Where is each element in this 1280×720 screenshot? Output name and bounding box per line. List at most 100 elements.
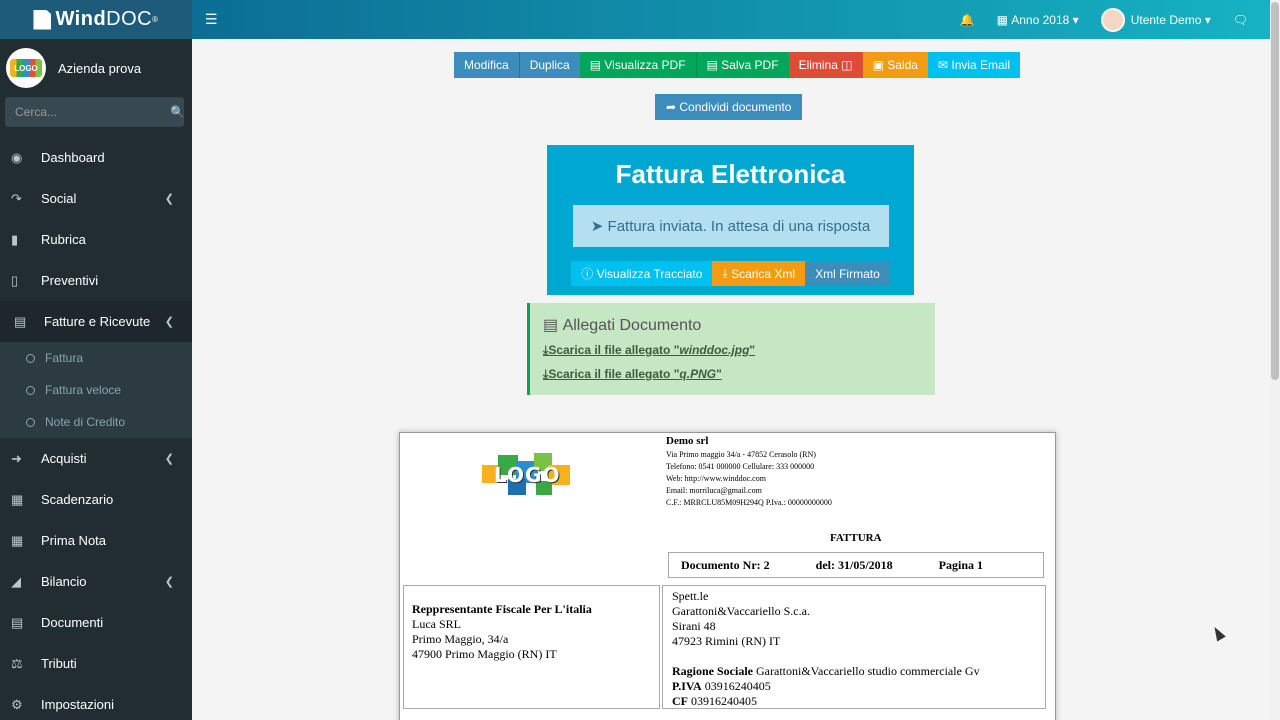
bell-icon[interactable]: 🔔 [960, 13, 975, 27]
cf-label: CF [672, 694, 688, 708]
hamburger-menu-icon[interactable]: ☰ [205, 11, 218, 28]
chat-icon[interactable]: 🗨 [1233, 13, 1248, 27]
submenu-item-label: Note di Credito [45, 415, 126, 429]
sidebar-item-acquisti[interactable]: ➜ Acquisti ❮ [0, 438, 192, 479]
search-input[interactable] [15, 105, 170, 119]
visualizza-tracciato-label: Visualizza Tracciato [596, 266, 703, 281]
avatar [1100, 7, 1125, 32]
sidebar-item-tributi[interactable]: ⚖ Tributi [0, 643, 192, 684]
xml-firmato-button[interactable]: Xml Firmato [805, 261, 890, 286]
fiscal-representative-box: Reppresentante Fiscale Per L'italia Luca… [403, 585, 660, 709]
sidebar-item-label: Scadenzario [41, 492, 114, 507]
invia-email-button[interactable]: ✉ Invia Email [927, 52, 1021, 78]
visualizza-pdf-label: Visualizza PDF [604, 58, 686, 72]
document-date: del: 31/05/2018 [815, 557, 893, 572]
sidebar-item-scadenzario[interactable]: ▦ Scadenzario [0, 479, 192, 520]
sidebar-item-bilancio[interactable]: ◢ Bilancio ❮ [0, 561, 192, 602]
fiscal-rep-line: Luca SRL [412, 617, 461, 631]
recipient-line: Sirani 48 [672, 619, 716, 633]
page-scrollbar[interactable] [1270, 0, 1280, 720]
table-icon: ▦ [11, 532, 24, 548]
file-pdf-icon: ▤ [589, 58, 605, 72]
main-content: Modifica Duplica ▤ Visualizza PDF ▤ Salv… [192, 39, 1270, 720]
submenu-item-fattura-veloce[interactable]: Fattura veloce [0, 374, 192, 406]
calendar-icon: ▦ [11, 491, 24, 507]
caret-down-icon: ▾ [1072, 12, 1079, 27]
submenu-item-fattura[interactable]: Fattura [0, 342, 192, 374]
money-icon: ▣ [872, 58, 888, 72]
paper-plane-icon: ➤ [590, 218, 608, 235]
download-allegato-2-link[interactable]: ⤓Scarica il file allegato "q.PNG" [543, 367, 922, 382]
fiscal-rep-line: Primo Maggio, 34/a [412, 632, 509, 646]
sign-in-icon: ➜ [11, 450, 22, 466]
file-text-icon: ▤ [14, 313, 27, 329]
condividi-button[interactable]: ➦ Condividi documento [655, 94, 803, 120]
elimina-button[interactable]: Elimina ◫ [788, 52, 863, 78]
download-icon: ⤓ [722, 266, 732, 280]
issuer-info: Demo srl Via Primo maggio 34/a - 47852 C… [666, 435, 832, 509]
document-number: Documento Nr: 2 [681, 557, 770, 572]
piva-label: P.IVA [672, 679, 702, 693]
scrollbar-thumb[interactable] [1271, 2, 1279, 380]
circle-icon [26, 353, 35, 363]
brand-name-bold: Wind [55, 8, 107, 30]
file-text-icon: ▤ [11, 614, 24, 630]
fiscal-rep-line: 47900 Primo Maggio (RN) IT [412, 647, 557, 661]
issuer-name: Demo srl [666, 435, 709, 447]
document-toolbar: Modifica Duplica ▤ Visualizza PDF ▤ Salv… [454, 52, 1021, 78]
user-dropdown[interactable]: Utente Demo ▾ [1100, 7, 1211, 32]
allegato-suffix: " [749, 343, 756, 357]
invoice-preview: LOGO Demo srl Via Primo maggio 34/a - 47… [399, 432, 1056, 720]
year-label: Anno 2018 [1011, 12, 1070, 27]
sidebar-item-documenti[interactable]: ▤ Documenti [0, 602, 192, 643]
top-header: ☰ 🔔 ▦ Anno 2018 ▾ Utente Demo ▾ 🗨 [192, 0, 1270, 39]
fiscal-rep-title: Reppresentante Fiscale Per L'italia [412, 602, 592, 616]
invia-email-label: Invia Email [951, 58, 1011, 72]
visualizza-tracciato-button[interactable]: ⓘ Visualizza Tracciato [571, 261, 713, 286]
sidebar-item-prima-nota[interactable]: ▦ Prima Nota [0, 520, 192, 561]
year-dropdown[interactable]: ▦ Anno 2018 ▾ [997, 13, 1079, 27]
download-allegato-1-link[interactable]: ⤓Scarica il file allegato "winddoc.jpg" [543, 343, 922, 358]
issuer-email: Email: morriluca@gmail.com [666, 486, 762, 495]
fattura-elettronica-title: Fattura Elettronica [615, 159, 846, 189]
caret-down-icon: ▾ [1204, 12, 1211, 27]
sidebar-item-social[interactable]: ↷ Social ❮ [0, 178, 192, 219]
visualizza-pdf-button[interactable]: ▤ Visualizza PDF [579, 52, 696, 78]
brand-name-rest: DOC [106, 8, 153, 30]
duplica-button[interactable]: Duplica [518, 52, 580, 78]
sidebar-item-fatture[interactable]: ▤ Fatture e Ricevute ❮ [0, 301, 192, 342]
sidebar-item-label: Bilancio [41, 574, 87, 589]
submenu-item-label: Fattura [45, 351, 84, 365]
sidebar-menu: ◉ Dashboard ↷ Social ❮ ▮ Rubrica ▯ Preventivi… [0, 137, 192, 720]
sidebar-item-label: Acquisti [41, 451, 87, 466]
sidebar-item-preventivi[interactable]: ▯ Preventivi [0, 260, 192, 301]
file-icon: ▯ [11, 272, 19, 288]
file-text-icon: ▤ [543, 317, 563, 334]
info-icon: ⓘ [581, 267, 597, 281]
allegato-prefix: Scarica il file allegato " [548, 367, 680, 381]
scarica-xml-label: Scarica Xml [731, 266, 796, 281]
salva-pdf-button[interactable]: ▤ Salva PDF [695, 52, 789, 78]
company-logo: LOGO [6, 48, 46, 88]
sidebar-item-label: Rubrica [41, 232, 86, 247]
sidebar-item-impostazioni[interactable]: ⚙ Impostazioni [0, 684, 192, 720]
sidebar-item-label: Fatture e Ricevute [44, 314, 151, 329]
sidebar-item-rubrica[interactable]: ▮ Rubrica [0, 219, 192, 260]
header-right: 🔔 ▦ Anno 2018 ▾ Utente Demo ▾ 🗨 [960, 7, 1270, 32]
brand-logo[interactable]: Wind DOC ® [0, 0, 192, 39]
sidebar-item-dashboard[interactable]: ◉ Dashboard [0, 137, 192, 178]
scarica-xml-button[interactable]: ⤓ Scarica Xml [712, 261, 806, 286]
chevron-left-icon: ❮ [164, 453, 174, 465]
user-panel: LOGO Azienda prova [0, 39, 192, 97]
modifica-button[interactable]: Modifica [454, 52, 519, 78]
sidebar-item-label: Documenti [41, 615, 104, 630]
salva-pdf-label: Salva PDF [721, 58, 779, 72]
cf-value: 03916240405 [691, 694, 757, 708]
trash-icon: ◫ [837, 58, 853, 72]
issuer-tax-ids: C.F.: MRRCLU85M09H294Q P.Iva.: 000000000… [666, 498, 832, 507]
salda-button[interactable]: ▣ Salda [862, 52, 928, 78]
search-icon[interactable]: 🔍 [170, 105, 185, 119]
chevron-left-icon: ❮ [164, 316, 174, 328]
document-type: FATTURA [830, 532, 882, 544]
submenu-item-note-credito[interactable]: Note di Credito [0, 406, 192, 438]
